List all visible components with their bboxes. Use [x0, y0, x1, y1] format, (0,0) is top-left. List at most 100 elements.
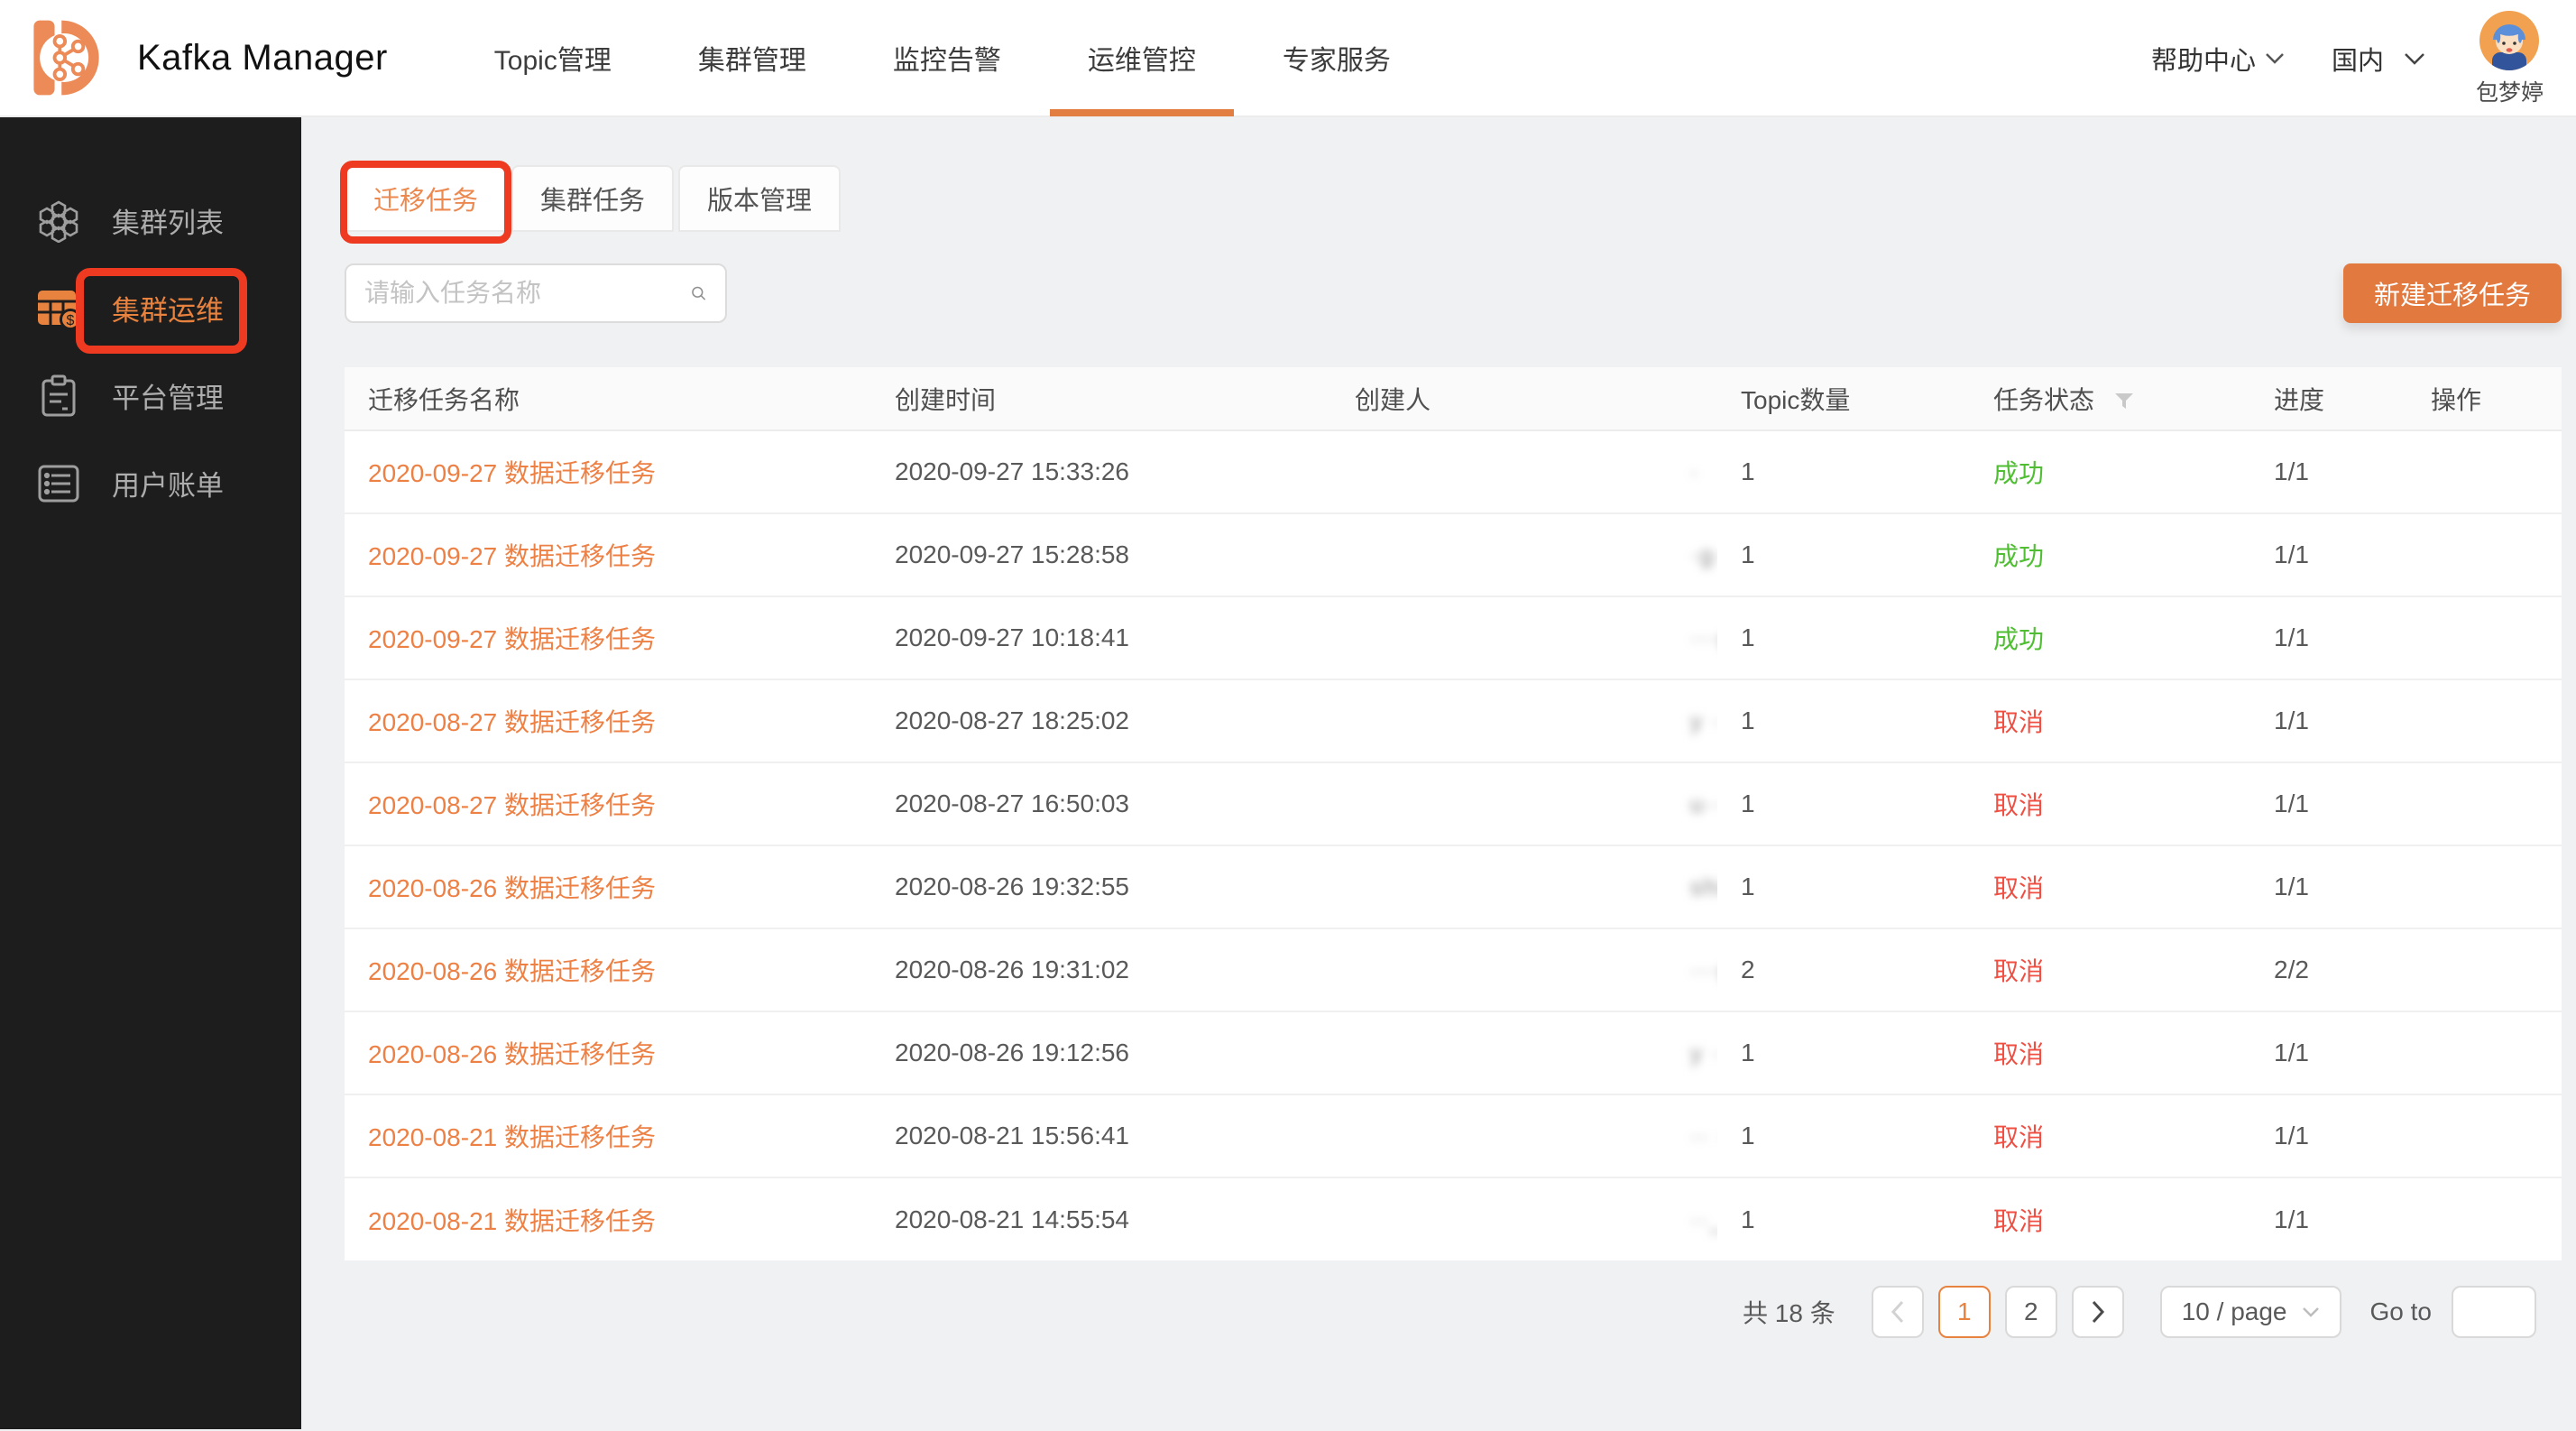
help-center-menu[interactable]: 帮助中心 — [2151, 40, 2285, 78]
task-name-link[interactable]: 2020-08-26 数据迁移任务 — [345, 1011, 871, 1094]
page-size-value: 10 / page — [2182, 1297, 2287, 1326]
progress-cell: 1/1 — [2250, 1011, 2407, 1094]
col-create-time: 创建时间 — [871, 367, 1331, 430]
main-content: 迁移任务 集群任务 版本管理 新建迁移任务 — [301, 117, 2576, 1429]
tab-migration-tasks[interactable]: 迁移任务 — [345, 165, 507, 232]
create-time-cell: 2020-08-27 16:50:03 — [871, 762, 1331, 845]
sidebar-item-user-billing[interactable]: 用户账单 — [0, 439, 301, 527]
nav-ops-control[interactable]: 运维管控 — [1044, 0, 1239, 116]
sidebar-item-label: 用户账单 — [112, 463, 224, 503]
topic-count-cell: 1 — [1717, 430, 1970, 513]
status-cell: 取消 — [1970, 762, 2250, 845]
filter-icon[interactable] — [2114, 392, 2134, 411]
creator-blurred-text: ···g_· — [1690, 956, 1717, 984]
pagination-prev-button[interactable] — [1872, 1286, 1924, 1338]
sidebar-item-cluster-list[interactable]: 集群列表 — [0, 177, 301, 264]
topic-count-cell: 1 — [1717, 596, 1970, 679]
task-name-link[interactable]: 2020-08-27 数据迁移任务 — [345, 762, 871, 845]
sidebar-item-label: 集群运维 — [112, 288, 224, 328]
svg-text:$: $ — [67, 313, 75, 328]
creator-blurred-text: ·g··· — [1690, 541, 1717, 569]
creator-cell: y ···g··g — [1331, 679, 1717, 762]
nav-expert-service[interactable]: 专家服务 — [1239, 0, 1434, 116]
top-header: Kafka Manager Topic管理 集群管理 监控告警 运维管控 专家服… — [0, 0, 2576, 117]
new-migration-task-button[interactable]: 新建迁移任务 — [2343, 263, 2562, 323]
table-row: 2020-09-27 数据迁移任务 2020-09-27 15:33:26 · … — [345, 430, 2562, 513]
col-creator: 创建人 — [1331, 367, 1717, 430]
task-table: 迁移任务名称 创建时间 创建人 Topic数量 任务状态 进度 操作 — [345, 367, 2562, 1260]
brand: Kafka Manager — [20, 10, 388, 106]
table-row: 2020-08-21 数据迁移任务 2020-08-21 14:55:54 ··… — [345, 1177, 2562, 1260]
avatar — [2479, 11, 2539, 70]
pagination-total: 共 18 条 — [1743, 1294, 1835, 1330]
tab-cluster-tasks[interactable]: 集群任务 — [511, 165, 674, 232]
col-actions: 操作 — [2407, 367, 2562, 430]
progress-cell: 1/1 — [2250, 513, 2407, 596]
actions-cell — [2407, 845, 2562, 928]
goto-page-input[interactable] — [2452, 1286, 2536, 1338]
user-billing-icon — [36, 464, 81, 503]
progress-cell: 1/1 — [2250, 1177, 2407, 1260]
creator-blurred-text: y ···g···g_· — [1690, 1039, 1717, 1067]
region-menu[interactable]: 国内 — [2332, 40, 2425, 78]
creator-blurred-text: ··_ — [1690, 1206, 1717, 1234]
nav-cluster-manage[interactable]: 集群管理 — [655, 0, 850, 116]
sidebar-item-platform-manage[interactable]: 平台管理 — [0, 352, 301, 439]
task-name-link[interactable]: 2020-08-21 数据迁移任务 — [345, 1177, 871, 1260]
tab-label: 版本管理 — [707, 180, 812, 217]
status-cell: 取消 — [1970, 928, 2250, 1011]
col-task-name: 迁移任务名称 — [345, 367, 871, 430]
top-nav: Topic管理 集群管理 监控告警 运维管控 专家服务 — [451, 0, 1434, 116]
sidebar-item-cluster-ops[interactable]: $ 集群运维 — [0, 264, 301, 352]
progress-cell: 1/1 — [2250, 596, 2407, 679]
chevron-left-icon — [1890, 1299, 1906, 1325]
creator-blurred-text: y ···g··g — [1690, 707, 1717, 735]
sidebar-item-label: 平台管理 — [112, 375, 224, 416]
help-center-label: 帮助中心 — [2151, 40, 2256, 78]
create-time-cell: 2020-08-27 18:25:02 — [871, 679, 1331, 762]
app-title: Kafka Manager — [137, 38, 388, 78]
toolbar: 新建迁移任务 — [345, 263, 2562, 323]
create-time-cell: 2020-08-26 19:31:02 — [871, 928, 1331, 1011]
user-menu[interactable]: 包梦婷 — [2476, 11, 2544, 107]
pagination-next-button[interactable] — [2072, 1286, 2124, 1338]
task-name-link[interactable]: 2020-08-21 数据迁移任务 — [345, 1094, 871, 1177]
creator-cell: ···g_· — [1331, 928, 1717, 1011]
table-row: 2020-09-27 数据迁移任务 2020-09-27 10:18:41 ··… — [345, 596, 2562, 679]
pagination-page-1[interactable]: 1 — [1938, 1286, 1991, 1338]
sidebar-item-label: 集群列表 — [112, 200, 224, 241]
task-name-link[interactable]: 2020-09-27 数据迁移任务 — [345, 513, 871, 596]
tab-version-manage[interactable]: 版本管理 — [678, 165, 841, 232]
creator-cell: ·· ···_ — [1331, 1094, 1717, 1177]
chevron-down-icon — [2404, 52, 2425, 66]
actions-cell — [2407, 513, 2562, 596]
task-name-link[interactable]: 2020-08-26 数据迁移任务 — [345, 928, 871, 1011]
status-cell: 取消 — [1970, 1094, 2250, 1177]
creator-blurred-text: ···g··· — [1690, 624, 1717, 652]
page-size-select[interactable]: 10 / page — [2160, 1286, 2341, 1338]
table-row: 2020-08-26 数据迁移任务 2020-08-26 19:12:56 y … — [345, 1011, 2562, 1094]
task-name-link[interactable]: 2020-08-27 数据迁移任务 — [345, 679, 871, 762]
nav-topic-manage[interactable]: Topic管理 — [451, 0, 655, 116]
search-icon[interactable] — [690, 279, 707, 308]
actions-cell — [2407, 1094, 2562, 1177]
search-box — [345, 263, 727, 323]
task-name-link[interactable]: 2020-08-26 数据迁移任务 — [345, 845, 871, 928]
table-row: 2020-08-26 数据迁移任务 2020-08-26 19:32:55 sh… — [345, 845, 2562, 928]
search-input[interactable] — [364, 279, 690, 308]
actions-cell — [2407, 430, 2562, 513]
creator-blurred-text: shirl·· ·g·· — [1690, 873, 1717, 901]
nav-monitor-alert[interactable]: 监控告警 — [850, 0, 1044, 116]
task-name-link[interactable]: 2020-09-27 数据迁移任务 — [345, 596, 871, 679]
topic-count-cell: 1 — [1717, 845, 1970, 928]
topic-count-cell: 1 — [1717, 513, 1970, 596]
creator-cell: u·· — [1331, 762, 1717, 845]
task-name-link[interactable]: 2020-09-27 数据迁移任务 — [345, 430, 871, 513]
creator-blurred-text: · — [1690, 458, 1700, 486]
col-progress: 进度 — [2250, 367, 2407, 430]
topic-count-cell: 1 — [1717, 762, 1970, 845]
pagination-page-2[interactable]: 2 — [2005, 1286, 2057, 1338]
status-cell: 取消 — [1970, 845, 2250, 928]
progress-cell: 1/1 — [2250, 1094, 2407, 1177]
table-row: 2020-08-26 数据迁移任务 2020-08-26 19:31:02 ··… — [345, 928, 2562, 1011]
